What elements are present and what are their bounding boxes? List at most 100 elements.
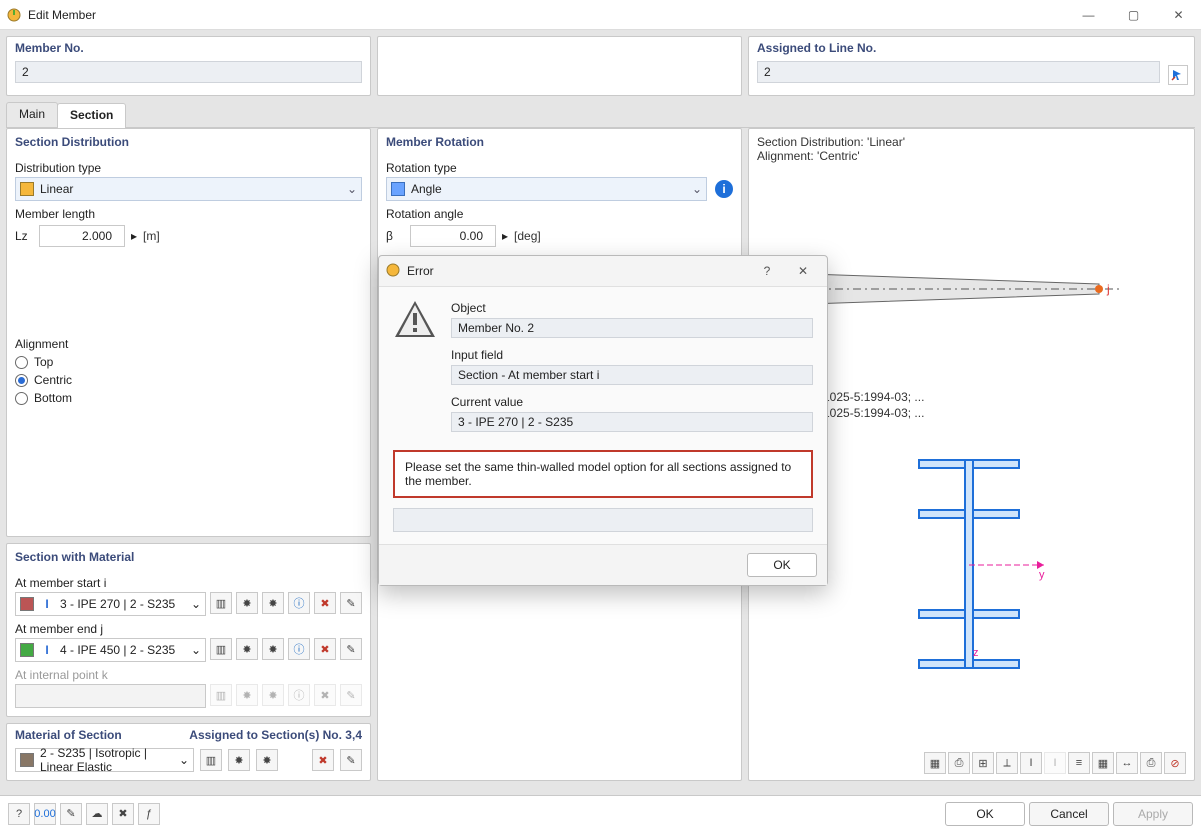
- app-icon: [6, 7, 22, 23]
- tab-main[interactable]: Main: [6, 102, 58, 127]
- cross-section-icon: y z: [889, 450, 1049, 680]
- angle-stepper-icon[interactable]: ▸: [502, 229, 508, 243]
- svg-text:z: z: [973, 647, 979, 659]
- error-current-value: 3 - IPE 270 | 2 - S235: [451, 412, 813, 432]
- error-ok-button[interactable]: OK: [747, 553, 817, 577]
- error-object-label: Object: [451, 301, 813, 315]
- radio-icon: [15, 392, 28, 405]
- ishape-button[interactable]: I: [1020, 752, 1042, 774]
- library-button: ▥: [210, 684, 232, 706]
- internal-section-combo: [15, 684, 206, 708]
- member-no-label: Member No.: [15, 41, 362, 55]
- chevron-down-icon: ⌄: [191, 597, 201, 611]
- ok-button[interactable]: OK: [945, 802, 1025, 826]
- radio-icon: [15, 374, 28, 387]
- end-label: At member end j: [15, 622, 362, 636]
- pick-line-button[interactable]: [1168, 65, 1188, 85]
- dialog-footer: ? 0.00 ✎ ☁ ✖ ƒ OK Cancel Apply: [0, 795, 1201, 831]
- reset-button[interactable]: ⊘: [1164, 752, 1186, 774]
- delete-button[interactable]: ✖: [314, 638, 336, 660]
- new-button: ✸: [236, 684, 258, 706]
- pin-button[interactable]: ✎: [340, 749, 362, 771]
- info-button: ⓘ: [288, 684, 310, 706]
- new2-button[interactable]: ✸: [262, 592, 284, 614]
- preview-line1: Section Distribution: 'Linear': [757, 135, 1186, 149]
- apply-button: Apply: [1113, 802, 1193, 826]
- tool6-button[interactable]: ƒ: [138, 803, 160, 825]
- error-close-button[interactable]: ✕: [785, 256, 821, 286]
- alignment-bottom-row[interactable]: Bottom: [15, 391, 362, 405]
- end-section-combo[interactable]: I 4 - IPE 450 | 2 - S235 ⌄: [15, 638, 206, 662]
- member-no-field[interactable]: 2: [15, 61, 362, 83]
- new2-button[interactable]: ✸: [256, 749, 278, 771]
- info-button[interactable]: ⓘ: [288, 638, 310, 660]
- distribution-swatch-icon: [20, 182, 34, 196]
- error-input-value: Section - At member start i: [451, 365, 813, 385]
- rotation-type-combo[interactable]: Angle ⌄: [386, 177, 707, 201]
- units-button[interactable]: 0.00: [34, 803, 56, 825]
- section-distribution-title: Section Distribution: [7, 129, 370, 151]
- library-button[interactable]: ▥: [210, 592, 232, 614]
- new2-button: ✸: [262, 684, 284, 706]
- distribution-type-combo[interactable]: Linear ⌄: [15, 177, 362, 201]
- window-close-button[interactable]: ✕: [1156, 0, 1201, 30]
- view-button[interactable]: ▦: [924, 752, 946, 774]
- length-input[interactable]: 2.000: [39, 225, 125, 247]
- material-group: Material of Section Assigned to Section(…: [6, 723, 371, 781]
- error-dialog: Error ? ✕ Object Member No. 2 Input fiel…: [378, 255, 828, 586]
- pin-button[interactable]: ✎: [340, 638, 362, 660]
- length-stepper-icon[interactable]: ▸: [131, 229, 137, 243]
- values-button[interactable]: ≡: [1068, 752, 1090, 774]
- delete-button[interactable]: ✖: [314, 592, 336, 614]
- angle-input[interactable]: 0.00: [410, 225, 496, 247]
- tool5-button[interactable]: ✖: [112, 803, 134, 825]
- assigned-panel: Assigned to Line No. 2: [748, 36, 1195, 96]
- pin-button[interactable]: ✎: [340, 592, 362, 614]
- library-button[interactable]: ▥: [200, 749, 222, 771]
- app-icon: [385, 262, 401, 281]
- local-axes-button[interactable]: ⟂: [996, 752, 1018, 774]
- material-assigned: Assigned to Section(s) No. 3,4: [189, 728, 362, 742]
- top-middle-panel: [377, 36, 742, 96]
- info-icon[interactable]: i: [715, 180, 733, 198]
- angle-symbol: β: [386, 229, 404, 243]
- warning-icon: [393, 299, 437, 339]
- dim-button[interactable]: ↔: [1116, 752, 1138, 774]
- member-no-panel: Member No. 2: [6, 36, 371, 96]
- start-label: At member start i: [15, 576, 362, 590]
- svg-text:y: y: [1039, 569, 1045, 581]
- print-button[interactable]: ⎙: [948, 752, 970, 774]
- assigned-field[interactable]: 2: [757, 61, 1160, 83]
- printer2-button[interactable]: ⎙: [1140, 752, 1162, 774]
- new-button[interactable]: ✸: [228, 749, 250, 771]
- start-section-combo[interactable]: I 3 - IPE 270 | 2 - S235 ⌄: [15, 592, 206, 616]
- rotation-angle-label: Rotation angle: [386, 207, 733, 221]
- new2-button[interactable]: ✸: [262, 638, 284, 660]
- distribution-type-value: Linear: [40, 182, 347, 196]
- cursor-pick-icon: [1171, 68, 1185, 82]
- new-button[interactable]: ✸: [236, 638, 258, 660]
- color-swatch-icon: [20, 643, 34, 657]
- window-minimize-button[interactable]: ―: [1066, 0, 1111, 30]
- member-length-label: Member length: [15, 207, 362, 221]
- library-button[interactable]: ▥: [210, 638, 232, 660]
- grid-button[interactable]: ▦: [1092, 752, 1114, 774]
- cancel-button[interactable]: Cancel: [1029, 802, 1109, 826]
- tool4-button[interactable]: ☁: [86, 803, 108, 825]
- rotation-swatch-icon: [391, 182, 405, 196]
- tool3-button[interactable]: ✎: [60, 803, 82, 825]
- new-button[interactable]: ✸: [236, 592, 258, 614]
- chevron-down-icon: ⌄: [347, 182, 357, 196]
- alignment-top-row[interactable]: Top: [15, 355, 362, 369]
- chevron-down-icon: ⌄: [179, 753, 189, 767]
- error-help-button[interactable]: ?: [749, 256, 785, 286]
- axes-button[interactable]: ⊞: [972, 752, 994, 774]
- alignment-centric-row[interactable]: Centric: [15, 373, 362, 387]
- delete-button[interactable]: ✖: [312, 749, 334, 771]
- info-button[interactable]: ⓘ: [288, 592, 310, 614]
- window-maximize-button[interactable]: ▢: [1111, 0, 1156, 30]
- help-button[interactable]: ?: [8, 803, 30, 825]
- alignment-label: Alignment: [15, 337, 362, 351]
- tab-section[interactable]: Section: [57, 103, 126, 128]
- material-combo[interactable]: 2 - S235 | Isotropic | Linear Elastic ⌄: [15, 748, 194, 772]
